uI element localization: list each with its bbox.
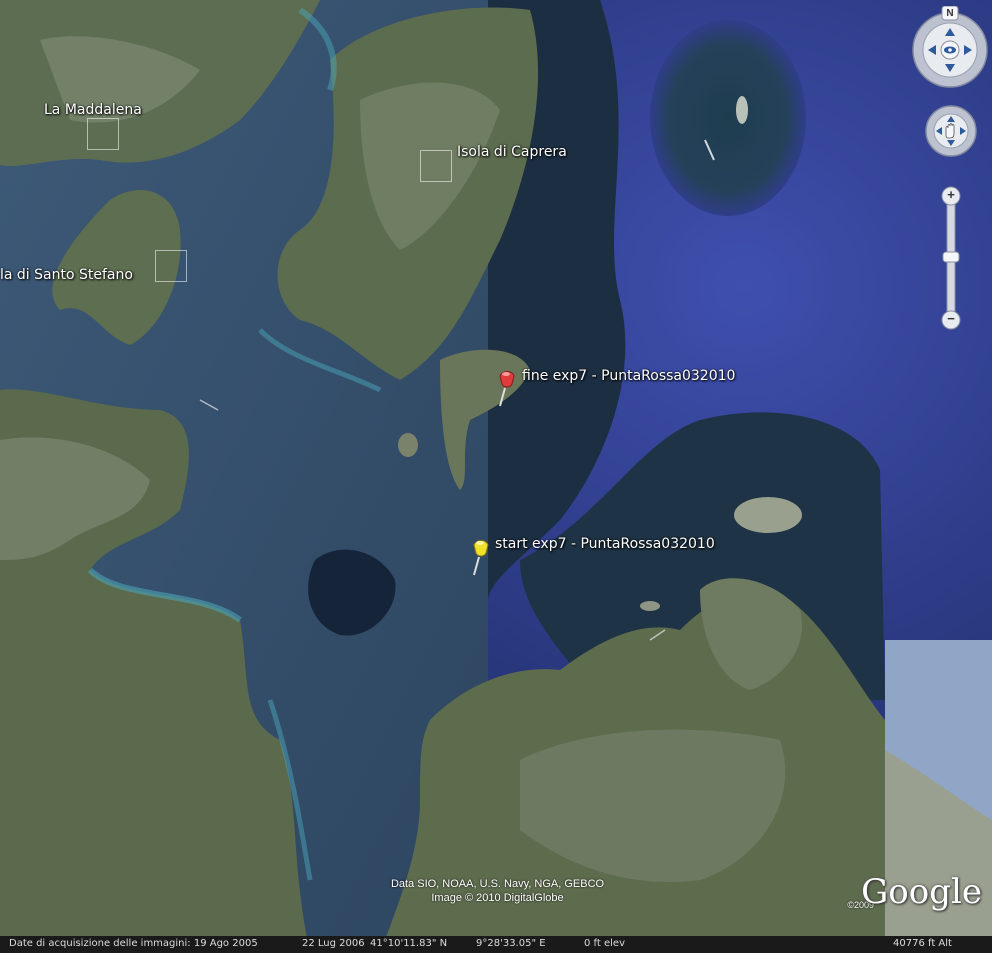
placemark-label-fine[interactable]: fine exp7 - PuntaRossa032010: [522, 368, 735, 384]
place-marker-maddalena[interactable]: [87, 118, 119, 150]
zoom-slider[interactable]: [938, 184, 964, 332]
elevation-readout: 0 ft elev: [584, 938, 625, 949]
zoom-in-button[interactable]: +: [945, 187, 957, 203]
eye-altitude-readout: 40776 ft Alt: [893, 938, 952, 949]
place-label-maddalena[interactable]: La Maddalena: [44, 102, 142, 118]
zoom-out-button[interactable]: −: [945, 311, 957, 327]
place-label-caprera[interactable]: Isola di Caprera: [457, 144, 567, 160]
map-view[interactable]: La Maddalena Isola di Caprera la di Sant…: [0, 0, 992, 953]
imagery-date-2: 22 Lug 2006: [302, 938, 365, 949]
place-marker-santo-stefano[interactable]: [155, 250, 187, 282]
status-bar: Date di acquisizione delle immagini: 19 …: [0, 936, 992, 953]
compass-north-label[interactable]: N: [944, 8, 956, 19]
imagery-date: Date di acquisizione delle immagini: 19 …: [9, 938, 258, 949]
satellite-imagery: [0, 0, 992, 953]
yellow-pushpin-icon[interactable]: [466, 537, 492, 577]
move-control[interactable]: [924, 104, 978, 158]
placemark-label-start[interactable]: start exp7 - PuntaRossa032010: [495, 536, 715, 552]
place-label-santo-stefano[interactable]: la di Santo Stefano: [0, 267, 133, 283]
longitude-readout: 9°28'33.05" E: [476, 938, 546, 949]
red-pushpin-icon[interactable]: [492, 368, 518, 408]
imagery-credits: Data SIO, NOAA, U.S. Navy, NGA, GEBCO Im…: [370, 877, 625, 905]
credits-line-2: Image © 2010 DigitalGlobe: [431, 892, 564, 904]
place-marker-caprera[interactable]: [420, 150, 452, 182]
credits-line-1: Data SIO, NOAA, U.S. Navy, NGA, GEBCO: [390, 878, 605, 890]
google-logo: Google: [861, 872, 982, 912]
latitude-readout: 41°10'11.83" N: [370, 938, 448, 949]
